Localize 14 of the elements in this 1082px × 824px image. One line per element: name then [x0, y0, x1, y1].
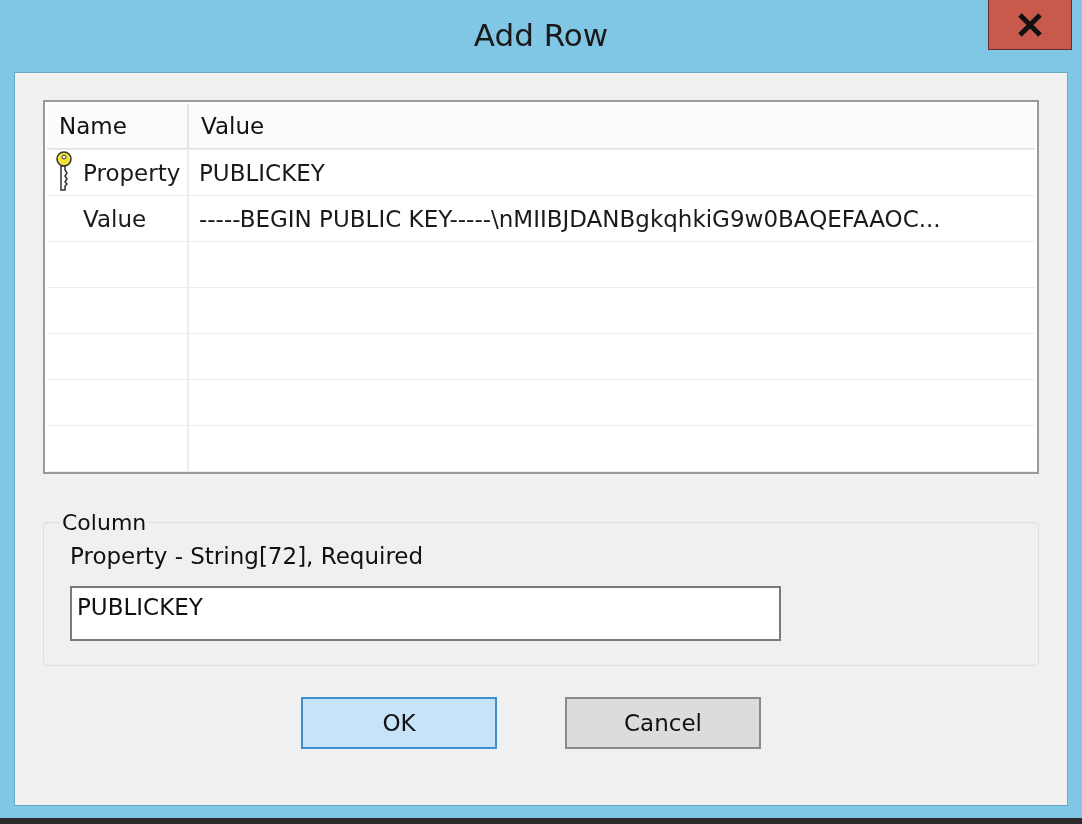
- close-button[interactable]: [988, 0, 1072, 50]
- column-description: Property - String[72], Required: [70, 543, 425, 569]
- property-value: PUBLICKEY: [198, 159, 325, 186]
- close-icon: [1017, 12, 1043, 37]
- column-header: Name: [47, 104, 189, 149]
- cancel-button[interactable]: Cancel: [565, 697, 761, 749]
- value-input[interactable]: PUBLICKEY: [70, 586, 781, 641]
- column-header: Value: [189, 104, 1035, 149]
- group-title: Column: [61, 510, 148, 535]
- property-name: Property: [82, 159, 181, 186]
- property-value: -----BEGIN PUBLIC KEY-----\nMIIBJDANBgkqhkiG9w0BAQEFAAOC...: [198, 205, 941, 232]
- window-title: Add Row: [473, 17, 609, 53]
- ok-button[interactable]: OK: [301, 697, 497, 749]
- property-name: Value: [82, 205, 147, 232]
